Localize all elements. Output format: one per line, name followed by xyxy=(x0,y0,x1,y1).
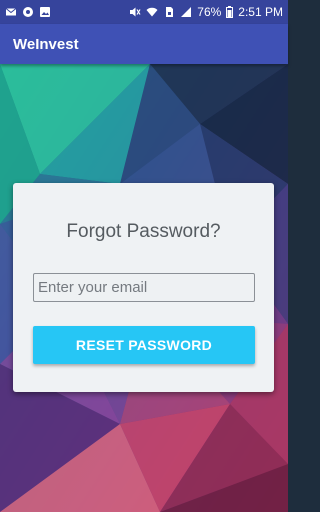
forgot-password-card: Forgot Password? RESET PASSWORD xyxy=(13,183,274,392)
status-bar-right: 76% 2:51 PM xyxy=(129,5,283,19)
app-title: WeInvest xyxy=(13,35,79,53)
photo-notification-icon xyxy=(40,7,50,17)
email-notification-icon xyxy=(5,8,17,16)
signal-icon xyxy=(181,7,192,17)
app-bar: WeInvest xyxy=(0,24,288,64)
wifi-icon xyxy=(146,7,158,17)
status-bar: 76% 2:51 PM xyxy=(0,0,288,24)
status-bar-left xyxy=(5,6,51,18)
battery-percent: 76% xyxy=(197,5,222,19)
forgot-password-title: Forgot Password? xyxy=(66,221,221,242)
sim-card-icon xyxy=(166,7,174,17)
reset-password-button[interactable]: RESET PASSWORD xyxy=(33,326,255,364)
email-field[interactable] xyxy=(33,273,255,302)
status-time: 2:51 PM xyxy=(238,5,283,19)
battery-icon xyxy=(226,6,234,18)
chrome-notification-icon xyxy=(23,7,33,17)
mute-icon xyxy=(130,7,141,17)
